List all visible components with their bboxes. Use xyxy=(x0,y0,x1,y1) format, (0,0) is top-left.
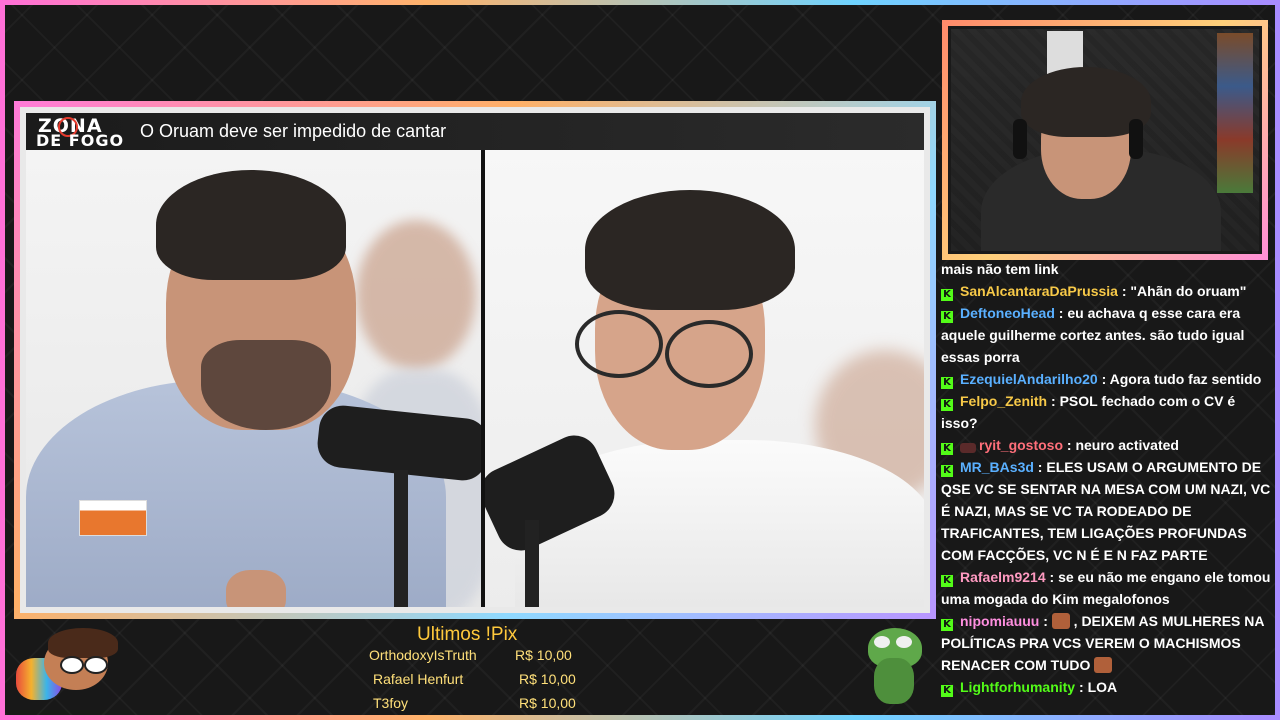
chat-username[interactable]: SanAlcantaraDaPrussia xyxy=(960,283,1118,299)
pix-amount: R$ 10,00 xyxy=(519,695,576,711)
chat-message: K EzequielAndarilho20 : Agora tudo faz se… xyxy=(941,368,1271,390)
emote-icon xyxy=(1051,613,1070,629)
kick-badge-icon: K xyxy=(941,619,953,631)
kick-badge-icon: K xyxy=(941,377,953,389)
zona-de-fogo-logo: ZONA DE FOGO xyxy=(36,115,125,150)
emote-icon xyxy=(960,443,976,453)
chat-message: K DeftoneoHead : eu achava q esse cara er… xyxy=(941,305,1245,365)
kick-badge-icon: K xyxy=(941,685,953,697)
cartoon-character-icon xyxy=(14,628,124,704)
video-title-bar: ZONA DE FOGO O Oruam deve ser impedido d… xyxy=(26,113,924,150)
chat-username[interactable]: Felpo_Zenith xyxy=(960,393,1047,409)
kick-badge-icon: K xyxy=(941,311,953,323)
pepe-frog-icon xyxy=(862,628,926,708)
pix-amount: R$ 10,00 xyxy=(519,671,576,687)
main-video[interactable]: ZONA DE FOGO O Oruam deve ser impedido d… xyxy=(14,101,936,619)
chat-message: K SanAlcantaraDaPrussia : "Ahãn do oruam" xyxy=(941,280,1271,302)
chat-message: K Lightforhumanity : LOA xyxy=(941,676,1271,698)
chat-message: Kryit_gostoso : neuro activated xyxy=(941,434,1271,456)
chat-username[interactable]: DeftoneoHead xyxy=(960,305,1055,321)
pix-name: Rafael Henfurt xyxy=(373,671,464,687)
chat-username[interactable]: MR_BAs3d xyxy=(960,459,1034,475)
flag-icon xyxy=(79,500,147,536)
chat-username[interactable]: Lightforhumanity xyxy=(960,679,1075,695)
chat-message: K Felpo_Zenith : PSOL fechado com o CV é … xyxy=(941,393,1236,431)
emote-icon xyxy=(1094,657,1113,673)
chat-username[interactable]: nipomiauuu xyxy=(960,613,1039,629)
video-left-speaker xyxy=(26,150,481,607)
streamer-webcam xyxy=(942,20,1268,260)
chat-message: Knipomiauuu : , DEIXEM AS MULHERES NA PO… xyxy=(941,613,1264,673)
pix-title: Ultimos !Pix xyxy=(417,624,518,645)
kick-badge-icon: K xyxy=(941,399,953,411)
pix-name: T3foy xyxy=(373,695,409,711)
pix-name: OrthodoxyIsTruth xyxy=(369,647,477,663)
chat-message: K MR_BAs3d : ELES USAM O ARGUMENTO DE QSE… xyxy=(941,459,1271,563)
chat-message: mais não tem link xyxy=(941,261,1059,277)
chat-username[interactable]: Rafaelm9214 xyxy=(960,569,1046,585)
pix-amount: R$ 10,00 xyxy=(515,647,572,663)
chat-username[interactable]: ryit_gostoso xyxy=(979,437,1063,453)
kick-badge-icon: K xyxy=(941,443,953,455)
chat-message: K Rafaelm9214 : se eu não me engano ele t… xyxy=(941,569,1271,607)
kick-badge-icon: K xyxy=(941,289,953,301)
video-title: O Oruam deve ser impedido de cantar xyxy=(140,121,447,141)
kick-badge-icon: K xyxy=(941,465,953,477)
video-right-speaker xyxy=(485,150,924,607)
chat-panel: mais não tem link K SanAlcantaraDaPrussia… xyxy=(941,258,1271,718)
kick-badge-icon: K xyxy=(941,575,953,587)
chat-username[interactable]: EzequielAndarilho20 xyxy=(960,371,1098,387)
